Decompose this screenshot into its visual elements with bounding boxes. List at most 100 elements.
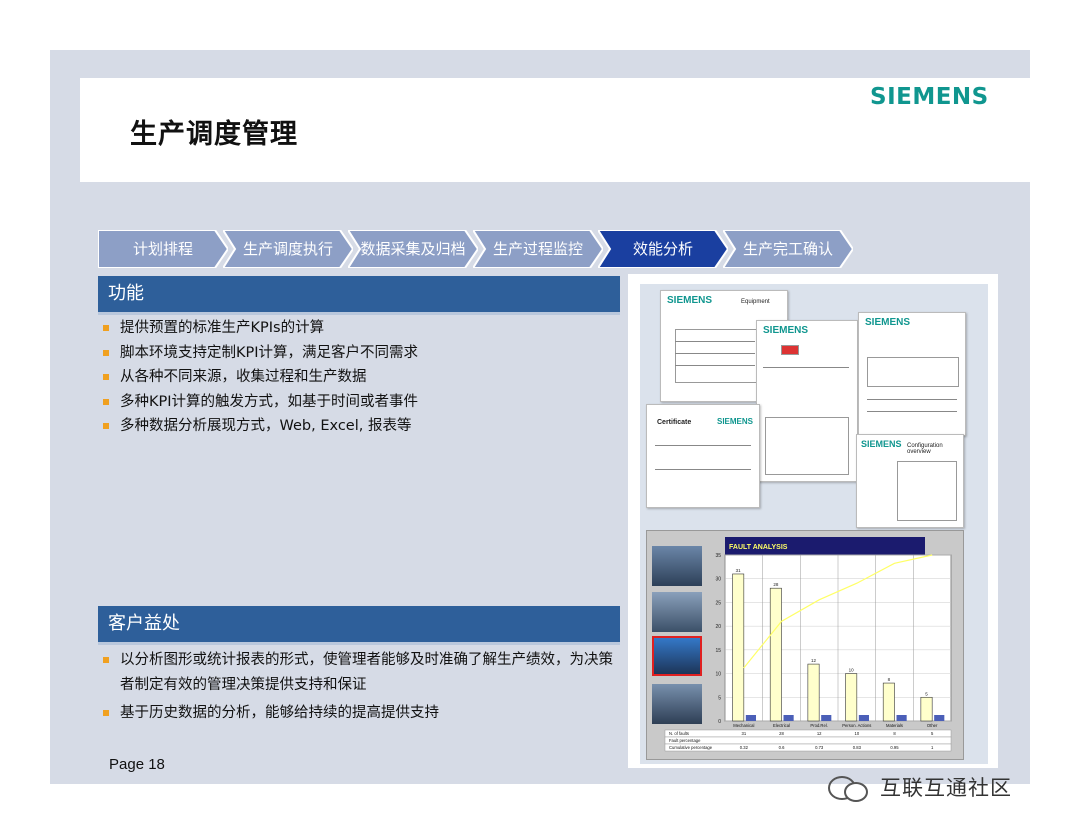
- machine-photo: [652, 684, 702, 724]
- bar: [769, 587, 782, 722]
- bar-secondary: [934, 715, 945, 721]
- batch-report-thumbnail: SIEMENS: [756, 320, 858, 482]
- y-tick-label: 10: [715, 672, 721, 678]
- y-tick-label: 5: [718, 695, 721, 701]
- process-step: 计划排程: [98, 230, 228, 268]
- y-tick-label: 15: [715, 648, 721, 654]
- doc-status-box: [781, 345, 799, 355]
- doc-table: [897, 461, 957, 521]
- doc-rule: [675, 365, 755, 366]
- y-tick-label: 30: [715, 577, 721, 583]
- category-label: Person. Actions: [842, 723, 871, 728]
- doc-rule: [763, 367, 849, 368]
- table-cell: 0.32: [740, 745, 749, 750]
- doc-title: Equipment: [741, 299, 770, 305]
- category-label: Mechanical: [733, 723, 754, 728]
- machine-photo: [652, 592, 702, 632]
- step-label: 效能分析: [632, 240, 693, 258]
- bar-secondary: [745, 715, 757, 721]
- function-item: 多种数据分析展现方式，Web, Excel, 报表等: [100, 414, 620, 439]
- bullet-icon: [103, 325, 109, 331]
- functions-heading-rule: [98, 312, 620, 315]
- certificate-thumbnail: Certificate SIEMENS: [646, 404, 760, 508]
- trend-report-thumbnail: SIEMENS: [858, 312, 966, 436]
- bullet-icon: [103, 657, 109, 663]
- step-label: 数据采集及归档: [360, 240, 466, 258]
- function-item: 提供预置的标准生产KPIs的计算: [100, 316, 620, 341]
- bar-value-label: 12: [811, 658, 817, 663]
- doc-rule: [655, 469, 751, 470]
- page-title: 生产调度管理: [130, 119, 298, 150]
- doc-rule: [655, 445, 751, 446]
- benefit-item: 基于历史数据的分析，能够给持续的提高提供支持: [100, 701, 620, 726]
- process-step: 效能分析: [598, 230, 728, 268]
- process-step: 生产调度执行: [223, 230, 353, 268]
- doc-rule: [675, 341, 755, 342]
- watermark-text: 互联互通社区: [880, 776, 1012, 800]
- bar: [920, 696, 933, 722]
- benefits-heading: 客户益处: [98, 606, 620, 642]
- wechat-icon: [828, 772, 872, 802]
- bullet-icon: [103, 398, 109, 405]
- functions-heading: 功能: [98, 276, 620, 312]
- functions-list: 提供预置的标准生产KPIs的计算 脚本环境支持定制KPI计算，满足客户不同需求 …: [100, 316, 620, 439]
- bar-secondary: [821, 715, 832, 721]
- benefits-heading-rule: [98, 642, 620, 645]
- doc-rule: [867, 399, 957, 400]
- category-label: Electrical: [773, 723, 790, 728]
- selected-machine-photo: [652, 636, 702, 676]
- process-step-bar: 计划排程 生产调度执行 数据采集及归档 生产过程监控 效能分析 生产完工确认: [98, 230, 868, 268]
- bullet-icon: [103, 710, 109, 716]
- configuration-report-thumbnail: SIEMENS Configuration overview: [856, 434, 964, 528]
- y-tick-label: 20: [715, 624, 721, 630]
- step-label: 生产调度执行: [242, 240, 333, 258]
- bullet-icon: [103, 374, 109, 380]
- bar-secondary: [858, 715, 870, 721]
- table-cell: 10: [854, 731, 859, 736]
- bullet-icon: [103, 423, 109, 429]
- function-item: 多种KPI计算的触发方式，如基于时间或者事件: [100, 390, 620, 415]
- table-row-label: Cumulative percentage: [669, 745, 713, 750]
- machine-photo: [652, 546, 702, 586]
- doc-brand: SIEMENS: [865, 317, 911, 328]
- benefit-item: 以分析图形或统计报表的形式，使管理者能够及时准确了解生产绩效，为决策者制定有效的…: [100, 648, 620, 697]
- doc-brand: SIEMENS: [717, 417, 754, 426]
- step-label: 生产过程监控: [492, 240, 583, 258]
- bar-value-label: 10: [849, 668, 855, 673]
- doc-brand: SIEMENS: [861, 439, 902, 449]
- process-step: 数据采集及归档: [348, 230, 478, 268]
- doc-mini-chart: [765, 417, 849, 475]
- table-row-label: N. of faults: [669, 731, 689, 736]
- bar-value-label: 28: [773, 582, 779, 587]
- doc-title: Certificate: [657, 419, 692, 426]
- table-row-label: Fault percentage: [669, 738, 701, 743]
- function-item: 从各种不同来源，收集过程和生产数据: [100, 365, 620, 390]
- bullet-icon: [103, 349, 109, 356]
- bar: [732, 573, 745, 722]
- doc-title: Configuration overview: [907, 443, 943, 455]
- table-row: [664, 736, 952, 745]
- bar-value-label: 31: [736, 568, 742, 573]
- function-item: 脚本环境支持定制KPI计算，满足客户不同需求: [100, 341, 620, 366]
- process-step: 生产过程监控: [473, 230, 603, 268]
- y-tick-label: 0: [718, 719, 721, 725]
- table-cell: 31: [741, 731, 746, 736]
- table-cell: 0.95: [890, 745, 899, 750]
- bar-secondary: [896, 715, 907, 721]
- page-number: Page 18: [109, 756, 165, 773]
- table-cell: 12: [817, 731, 822, 736]
- table-cell: 28: [779, 731, 784, 736]
- y-tick-label: 25: [715, 600, 721, 606]
- doc-brand: SIEMENS: [763, 325, 809, 336]
- doc-rule: [867, 411, 957, 412]
- table-cell: 0.73: [815, 745, 824, 750]
- benefits-list: 以分析图形或统计报表的形式，使管理者能够及时准确了解生产绩效，为决策者制定有效的…: [100, 648, 620, 730]
- doc-rule: [675, 353, 755, 354]
- y-tick-label: 35: [715, 553, 721, 559]
- bar: [845, 673, 858, 722]
- step-label: 计划排程: [132, 240, 193, 258]
- process-step: 生产完工确认: [723, 230, 853, 268]
- chart-title: FAULT ANALYSIS: [729, 544, 788, 551]
- bar-secondary: [783, 715, 794, 721]
- table-row: [664, 729, 952, 738]
